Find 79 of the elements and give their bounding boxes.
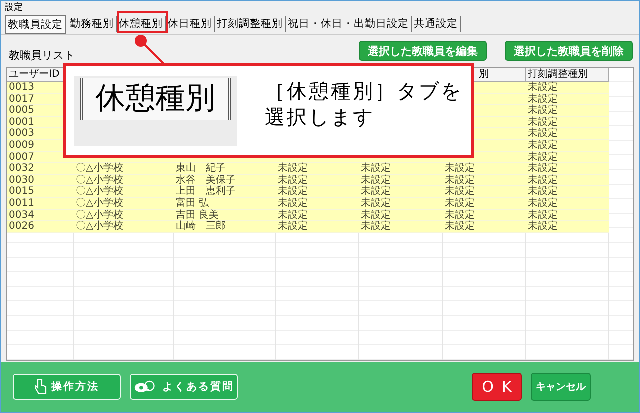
table-cell: 0005 <box>9 105 34 116</box>
table-cell: 水谷 美保子 <box>176 174 236 186</box>
table-cell: 0011 <box>9 198 34 209</box>
ok-button[interactable]: OK <box>472 373 522 401</box>
table-cell: 未設定 <box>528 140 558 151</box>
table-cell: 未設定 <box>278 198 308 209</box>
table-cell: 未設定 <box>528 116 558 128</box>
column-header[interactable]: 打刻調整種別 <box>528 68 588 81</box>
table-cell: 未設定 <box>361 221 391 232</box>
table-cell: 未設定 <box>445 174 475 186</box>
tab[interactable]: 教職員設定 <box>5 15 66 34</box>
table-row[interactable]: 0030 〇△小学校 水谷 美保子 未設定 未設定 未設定 未設定 <box>7 174 609 186</box>
table-cell: 0007 <box>9 152 34 163</box>
tab[interactable]: 休日種別 <box>166 16 215 32</box>
table-cell: 未設定 <box>528 105 558 116</box>
table-row[interactable]: 0011 〇△小学校 富田 弘 未設定 未設定 未設定 未設定 <box>7 198 609 210</box>
table-cell: 上田 恵利子 <box>176 186 236 198</box>
table-cell: 0015 <box>9 186 34 198</box>
table-cell: 0017 <box>9 94 34 105</box>
table-cell: 〇△小学校 <box>76 186 124 198</box>
table-cell: 未設定 <box>528 94 558 105</box>
table-row[interactable]: 0015 〇△小学校 上田 恵利子 未設定 未設定 未設定 未設定 <box>7 186 609 198</box>
table-cell: 未設定 <box>445 210 475 221</box>
table-cell: 0026 <box>9 221 34 232</box>
table-cell: 未設定 <box>361 198 391 209</box>
table-cell: 未設定 <box>528 221 558 232</box>
table-cell: 山崎 三郎 <box>176 221 226 232</box>
speech-bubbles-icon <box>134 380 158 394</box>
table-cell: 未設定 <box>445 163 475 174</box>
table-cell: 未設定 <box>528 198 558 209</box>
table-cell: 未設定 <box>361 186 391 198</box>
table-row[interactable]: 0034 〇△小学校 吉田 良美 未設定 未設定 未設定 未設定 <box>7 210 609 222</box>
table-cell: 0001 <box>9 116 34 128</box>
list-label: 教職員リスト <box>9 48 75 62</box>
table-cell: 未設定 <box>278 210 308 221</box>
table-cell: 未設定 <box>528 210 558 221</box>
table-cell: 0013 <box>9 82 34 93</box>
table-cell: 未設定 <box>528 152 558 163</box>
table-row[interactable]: 0032 〇△小学校 東山 紀子 未設定 未設定 未設定 未設定 <box>7 163 609 175</box>
table-cell: 〇△小学校 <box>76 163 124 174</box>
table-cell: 未設定 <box>445 186 475 198</box>
table-cell: 未設定 <box>528 174 558 186</box>
table-cell: 0034 <box>9 210 34 221</box>
table-cell: 富田 弘 <box>176 198 210 209</box>
table-cell: 未設定 <box>361 210 391 221</box>
table-cell: 未設定 <box>361 174 391 186</box>
table-cell: 未設定 <box>528 163 558 174</box>
table-cell: 未設定 <box>445 221 475 232</box>
table-cell: 未設定 <box>278 174 308 186</box>
table-cell: 〇△小学校 <box>76 174 124 186</box>
column-header[interactable]: ユーザーID <box>9 68 60 81</box>
table-cell: 〇△小学校 <box>76 210 124 221</box>
tab[interactable]: 祝日・休日・出勤日設定 <box>286 16 412 32</box>
table-cell: 吉田 良美 <box>176 210 220 221</box>
highlight-frame <box>117 11 168 33</box>
table-cell: 〇△小学校 <box>76 221 124 232</box>
tab[interactable]: 共通設定 <box>412 16 461 32</box>
window-title: 設定 <box>4 2 24 13</box>
table-cell: 0032 <box>9 163 34 174</box>
column-header[interactable]: 別 <box>479 68 489 81</box>
table-cell: 未設定 <box>278 186 308 198</box>
table-cell: 未設定 <box>278 221 308 232</box>
tab[interactable]: 打刻調整種別 <box>215 16 286 32</box>
tab[interactable]: 休憩種別 <box>117 16 166 32</box>
table-cell: 未設定 <box>528 128 558 140</box>
table-cell: 未設定 <box>278 163 308 174</box>
tab[interactable]: 勤務種別 <box>68 16 117 32</box>
callout-text: ［休憩種別］タブを 選択します <box>265 78 463 130</box>
table-cell: 未設定 <box>528 82 558 93</box>
hand-pointer-icon <box>34 379 46 395</box>
table-row[interactable]: 0026 〇△小学校 山崎 三郎 未設定 未設定 未設定 未設定 <box>7 221 609 233</box>
table-cell: 〇△小学校 <box>76 198 124 209</box>
table-cell: 東山 紀子 <box>176 163 226 174</box>
table-cell: 0009 <box>9 140 34 151</box>
table-cell: 0003 <box>9 128 34 140</box>
table-cell: 0030 <box>9 174 34 186</box>
table-cell: 未設定 <box>528 186 558 198</box>
table-cell: 未設定 <box>361 163 391 174</box>
table-cell: 未設定 <box>445 198 475 209</box>
